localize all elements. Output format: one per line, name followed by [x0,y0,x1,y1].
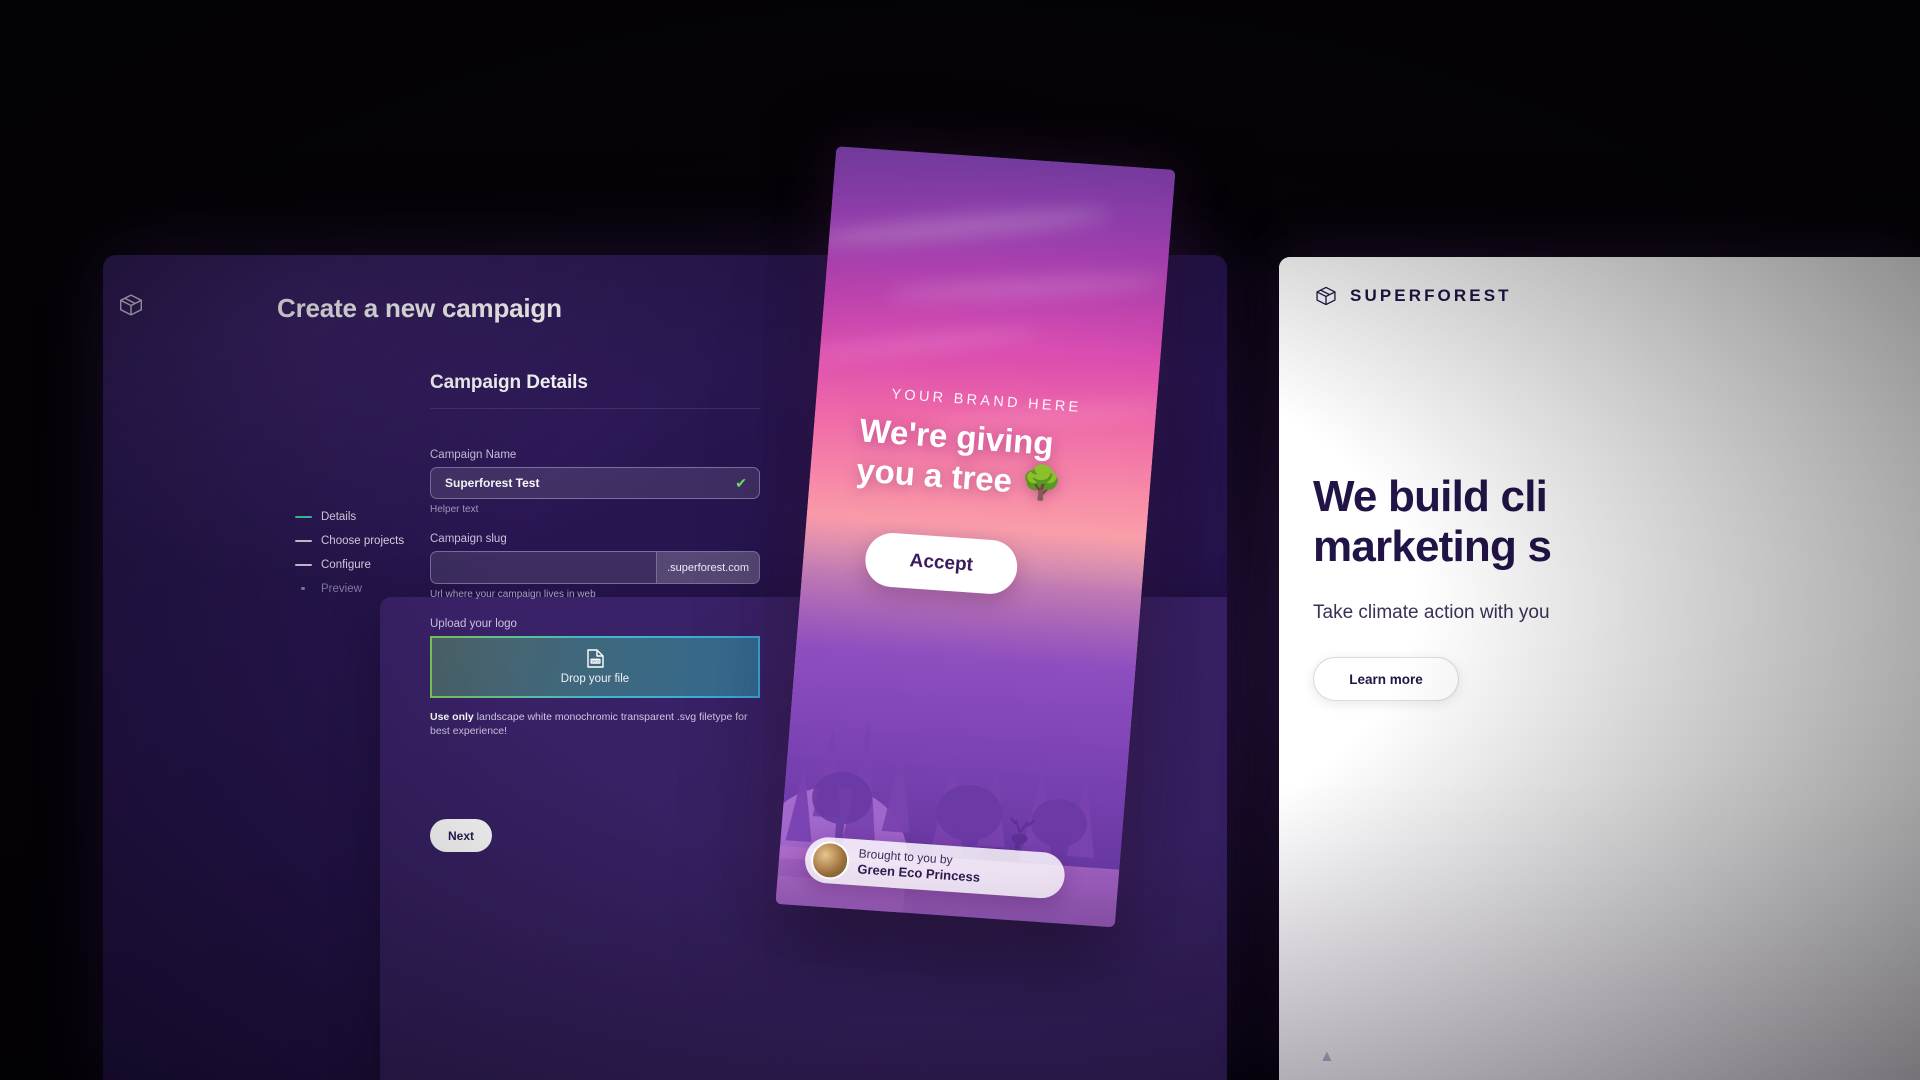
screen-root: Create a new campaign Details Choose pro… [0,0,1920,1080]
background-vignette [0,0,1920,1080]
